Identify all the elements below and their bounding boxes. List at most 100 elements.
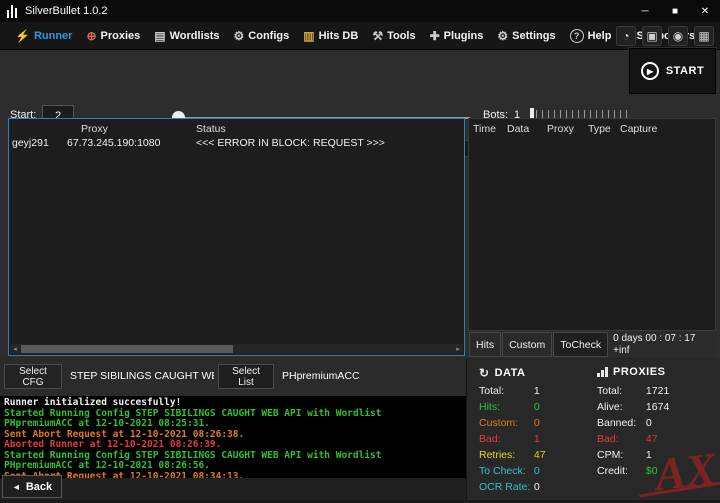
lightning-icon: ⚡ (15, 29, 30, 43)
stat-label: CPM: (597, 449, 643, 461)
stat-row: Bad: 47 (597, 433, 658, 445)
menu-help[interactable]: ? Help (563, 22, 619, 50)
stat-label: Credit: (597, 465, 643, 477)
menu-label: Plugins (444, 30, 484, 42)
refresh-icon: ↻ (479, 366, 490, 380)
runner-controls: Start: Bots: 1 ▶ START Prog: 1 / 865 (0%… (0, 50, 720, 118)
back-button[interactable]: ◄ Back (2, 475, 62, 498)
title-bar: SilverBullet 1.0.2 ─ ■ ✕ (0, 0, 720, 22)
back-arrow-icon: ◄ (12, 482, 21, 492)
menu-label: Settings (512, 30, 555, 42)
stat-row: Banned: 0 (597, 417, 652, 429)
tab-hits[interactable]: Hits (469, 332, 501, 357)
menu-label: Tools (387, 30, 416, 42)
scroll-left-icon[interactable]: ◂ (10, 344, 20, 354)
stat-row: To Check: 0 (479, 465, 540, 477)
menu-settings[interactable]: ⚙ Settings (490, 22, 562, 50)
stat-row: Alive: 1674 (597, 401, 669, 413)
hits-tabs-row: Hits Custom ToCheck 0 days 00 : 07 : 17 … (468, 331, 716, 358)
select-list-button[interactable]: Select List (218, 364, 274, 389)
start-runner-button[interactable]: ▶ START (629, 48, 716, 94)
log-line: Aborted Runner at 12-10-2021 08:26:39. (4, 440, 462, 451)
result-row[interactable]: geyj291 67.73.245.190:1080 <<< ERROR IN … (9, 137, 464, 151)
stat-row: Total: 1 (479, 385, 540, 397)
stat-value: 0 (646, 417, 652, 429)
maximize-icon[interactable]: ■ (660, 0, 690, 22)
horizontal-scrollbar[interactable]: ◂ ▸ (10, 344, 463, 354)
stat-value: 1674 (646, 401, 669, 413)
menu-label: Help (588, 30, 612, 42)
stat-row: CPM: 1 (597, 449, 652, 461)
stat-label: Hits: (479, 401, 531, 413)
stat-value: 47 (534, 449, 546, 461)
history-icon[interactable]: ◔ (616, 26, 636, 46)
column-header-proxy: Proxy (81, 123, 108, 135)
proxies-stats-title: PROXIES (613, 366, 665, 378)
menu-hits-db[interactable]: ▥ Hits DB (296, 22, 365, 50)
gamepad-icon[interactable]: ◉ (668, 26, 688, 46)
result-data: geyj291 (12, 137, 49, 149)
stats-panel: ↻ DATA Total: 1 Hits: 0 Custom: 0 Bad: 1… (466, 358, 720, 500)
menu-icon-buttons: ◔ ▣ ◉ ▦ (616, 22, 714, 50)
stat-value: 1 (646, 449, 652, 461)
menu-label: Configs (248, 30, 289, 42)
menu-label: Hits DB (319, 30, 359, 42)
column-header-data: Data (507, 123, 529, 135)
menu-tools[interactable]: ⚒ Tools (365, 22, 422, 50)
log-line: PHpremiumACC at 12-10-2021 08:25:31. (4, 419, 462, 430)
gear-icon: ⚙ (497, 29, 508, 43)
stat-row: Total: 1721 (597, 385, 669, 397)
hits-list-panel: Time Data Proxy Type Capture (468, 118, 716, 331)
menu-runner[interactable]: ⚡ Runner (8, 22, 79, 50)
result-status: <<< ERROR IN BLOCK: REQUEST >>> (196, 137, 385, 149)
select-config-button[interactable]: Select CFG (4, 364, 62, 389)
stat-row: Credit: $0 (597, 465, 658, 477)
log-line: Runner initialized succesfully! (4, 398, 462, 409)
gallery-icon[interactable]: ▦ (694, 26, 714, 46)
log-line: PHpremiumACC at 12-10-2021 08:26:56. (4, 461, 462, 472)
stat-label: Retries: (479, 449, 531, 461)
column-header-status: Status (196, 123, 226, 135)
tab-tocheck[interactable]: ToCheck (553, 332, 608, 357)
back-label: Back (26, 481, 52, 493)
timer-eta: +inf (613, 345, 695, 357)
stat-value: 0 (534, 465, 540, 477)
scrollbar-thumb[interactable] (21, 345, 233, 353)
app-window: SilverBullet 1.0.2 ─ ■ ✕ ⚡ Runner ⊕ Prox… (0, 0, 720, 500)
stat-value: 47 (646, 433, 658, 445)
config-name: STEP SIBILINGS CAUGHT WEB A (70, 370, 214, 382)
stat-label: Total: (479, 385, 531, 397)
stat-row: OCR Rate: 0 (479, 481, 540, 493)
bottom-strip (0, 478, 466, 500)
stat-label: Banned: (597, 417, 643, 429)
menu-proxies[interactable]: ⊕ Proxies (79, 22, 147, 50)
wordlist-name: PHpremiumACC (282, 370, 360, 382)
minimize-icon[interactable]: ─ (630, 0, 660, 22)
window-controls: ─ ■ ✕ (630, 0, 720, 22)
config-bar: Select CFG STEP SIBILINGS CAUGHT WEB A S… (0, 358, 466, 396)
column-header-type: Type (588, 123, 611, 135)
stat-value: 0 (534, 417, 540, 429)
window-title: SilverBullet 1.0.2 (25, 5, 108, 17)
close-icon[interactable]: ✕ (690, 0, 720, 22)
timer-elapsed: 0 days 00 : 07 : 17 (613, 333, 695, 345)
menu-plugins[interactable]: ✚ Plugins (423, 22, 491, 50)
camera-icon[interactable]: ▣ (642, 26, 662, 46)
app-logo-icon (7, 5, 17, 18)
data-stats-header: ↻ DATA (479, 366, 525, 380)
proxies-stats-header: PROXIES (597, 366, 665, 378)
menu-wordlists[interactable]: ▤ Wordlists (147, 22, 226, 50)
menu-configs[interactable]: ⚙ Configs (227, 22, 297, 50)
result-proxy: 67.73.245.190:1080 (67, 137, 160, 149)
menu-label: Runner (34, 30, 73, 42)
stat-value: $0 (646, 465, 658, 477)
stat-label: Total: (597, 385, 643, 397)
column-header-time: Time (473, 123, 496, 135)
stat-label: Bad: (597, 433, 643, 445)
question-icon: ? (570, 29, 584, 43)
scroll-right-icon[interactable]: ▸ (453, 344, 463, 354)
gear-icon: ⚙ (234, 29, 245, 43)
tab-custom[interactable]: Custom (502, 332, 552, 357)
stat-label: OCR Rate: (479, 481, 531, 493)
menu-label: Wordlists (170, 30, 220, 42)
